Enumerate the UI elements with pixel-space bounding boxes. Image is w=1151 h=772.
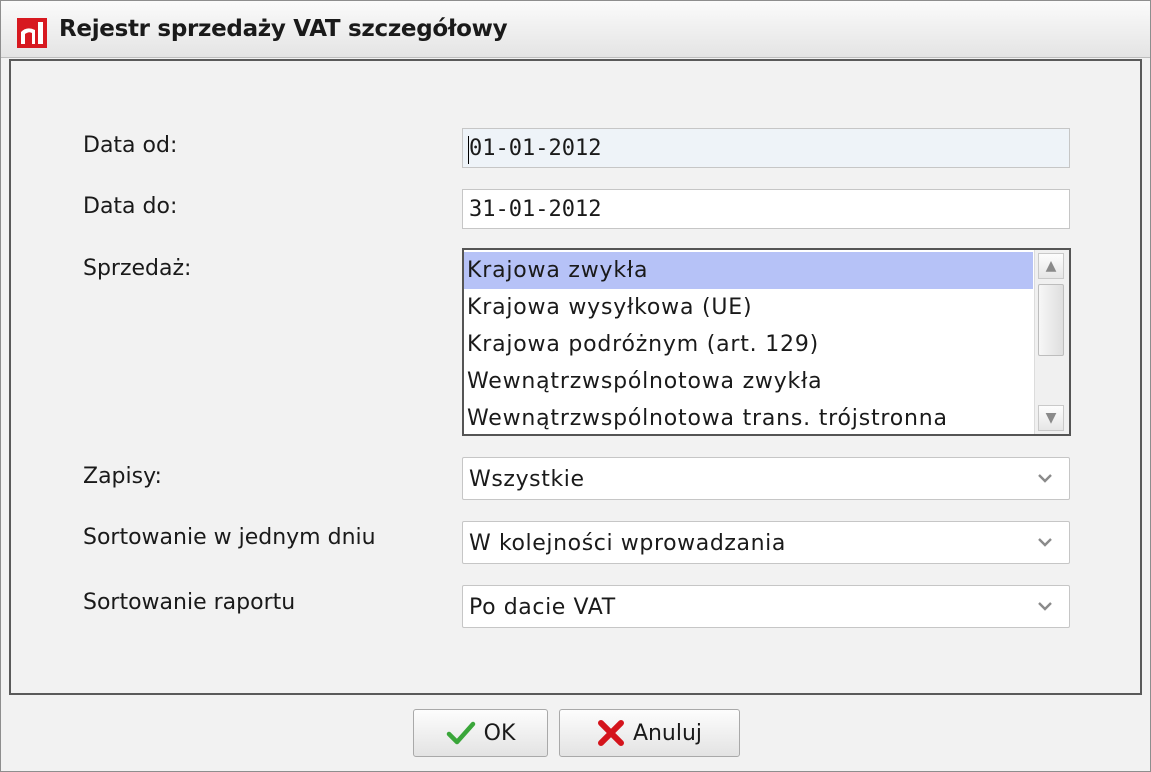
list-item-krajowa-wysylkowa[interactable]: Krajowa wysyłkowa (UE) — [464, 289, 1033, 326]
entries-select-value: Wszystkie — [469, 467, 585, 492]
entries-select[interactable]: Wszystkie — [462, 457, 1070, 500]
list-item-krajowa-podroznym[interactable]: Krajowa podróżnym (art. 129) — [464, 326, 1033, 363]
dialog-window: Rejestr sprzedaży VAT szczegółowy Data o… — [0, 0, 1151, 772]
sort-report-select[interactable]: Po dacie VAT — [462, 585, 1070, 628]
cancel-button[interactable]: Anuluj — [559, 709, 740, 757]
checkmark-icon — [446, 721, 475, 745]
chevron-down-icon — [1038, 602, 1052, 611]
ok-button[interactable]: OK — [413, 709, 548, 757]
ok-button-label: OK — [483, 720, 516, 746]
sort-day-select-value: W kolejności wprowadzania — [469, 531, 786, 556]
list-item-wewnatrzwspolnotowa-trojstronna[interactable]: Wewnątrzwspólnotowa trans. trójstronna — [464, 400, 1033, 434]
scroll-down-icon[interactable]: ▼ — [1038, 405, 1064, 431]
scroll-thumb[interactable] — [1038, 284, 1064, 356]
listbox-scrollbar[interactable]: ▲ ▼ — [1034, 250, 1069, 434]
date-from-input[interactable] — [462, 128, 1070, 168]
app-logo-icon — [17, 18, 47, 48]
dialog-footer: OK Anuluj — [1, 697, 1150, 771]
sort-day-label: Sortowanie w jednym dniu — [83, 525, 376, 550]
text-caret — [468, 136, 469, 164]
sales-list-items: Krajowa zwykła Krajowa wysyłkowa (UE) Kr… — [464, 252, 1033, 434]
list-item-krajowa-zwykla[interactable]: Krajowa zwykła — [464, 252, 1033, 289]
sort-report-label: Sortowanie raportu — [83, 590, 296, 615]
window-title: Rejestr sprzedaży VAT szczegółowy — [59, 16, 508, 42]
sales-label: Sprzedaż: — [83, 256, 192, 281]
chevron-down-icon — [1038, 538, 1052, 547]
title-bar[interactable]: Rejestr sprzedaży VAT szczegółowy — [1, 1, 1150, 58]
chevron-down-icon — [1038, 474, 1052, 483]
date-from-label: Data od: — [83, 133, 178, 158]
sort-day-select[interactable]: W kolejności wprowadzania — [462, 521, 1070, 564]
entries-label: Zapisy: — [83, 464, 162, 489]
x-icon — [597, 720, 624, 746]
scroll-up-icon[interactable]: ▲ — [1038, 253, 1064, 279]
cancel-button-label: Anuluj — [632, 720, 703, 746]
date-to-label: Data do: — [83, 194, 178, 219]
sales-listbox[interactable]: Krajowa zwykła Krajowa wysyłkowa (UE) Kr… — [462, 248, 1071, 436]
list-item-wewnatrzwspolnotowa-zwykla[interactable]: Wewnątrzwspólnotowa zwykła — [464, 363, 1033, 400]
sort-report-select-value: Po dacie VAT — [469, 595, 616, 620]
date-to-input[interactable] — [462, 189, 1070, 229]
